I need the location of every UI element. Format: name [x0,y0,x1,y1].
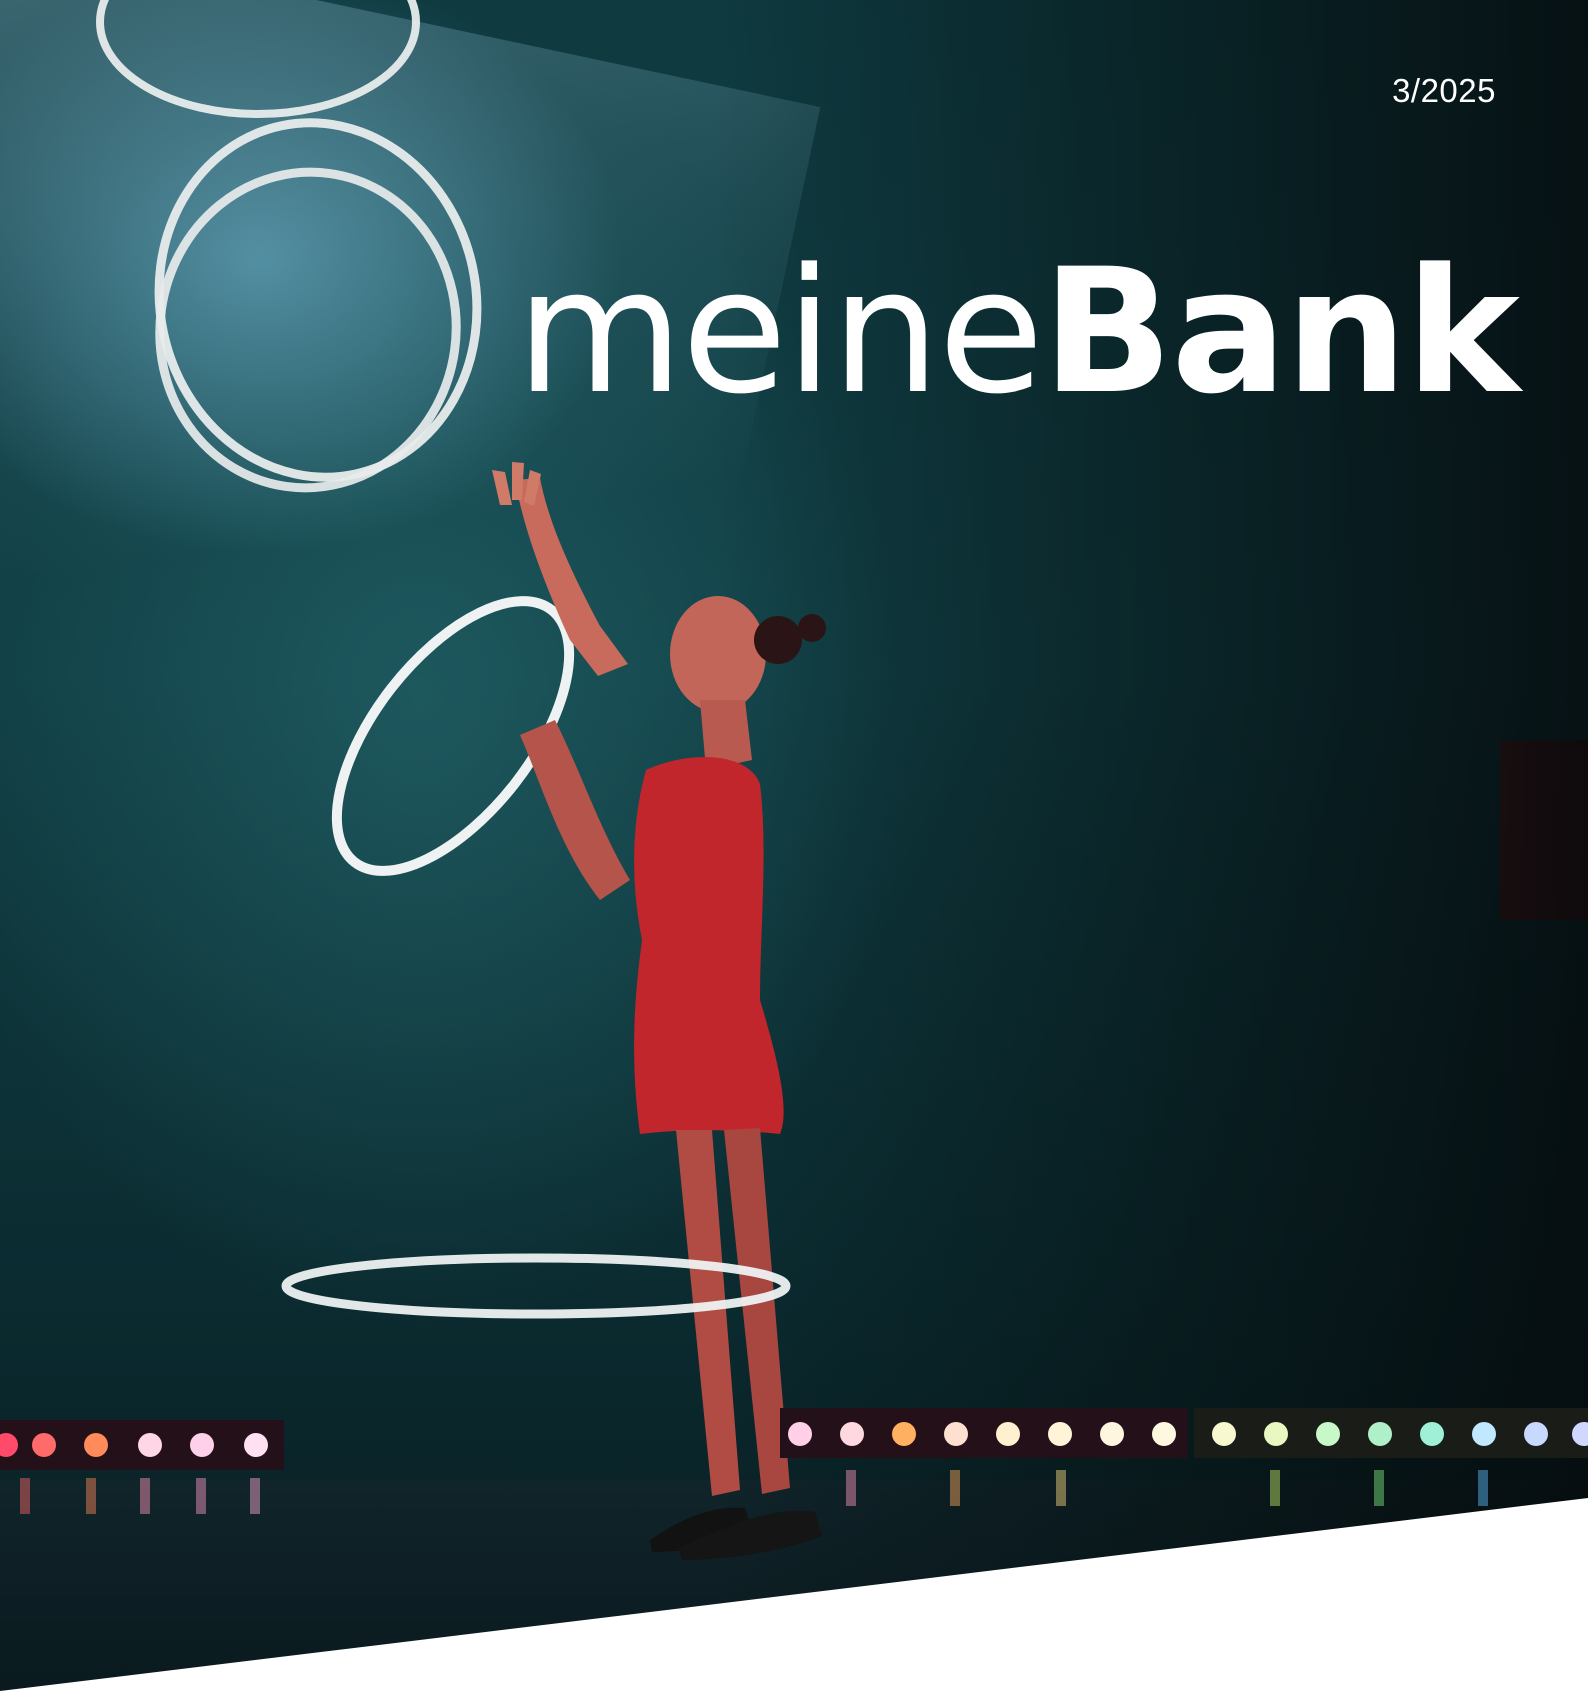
masthead-suffix: Bank [1042,231,1520,432]
masthead-logo: meineBank [516,246,1520,418]
magazine-cover: 3/2025 meineBank [0,0,1588,1691]
issue-number: 3/2025 [1392,72,1496,109]
masthead-prefix: meine [516,231,1044,432]
